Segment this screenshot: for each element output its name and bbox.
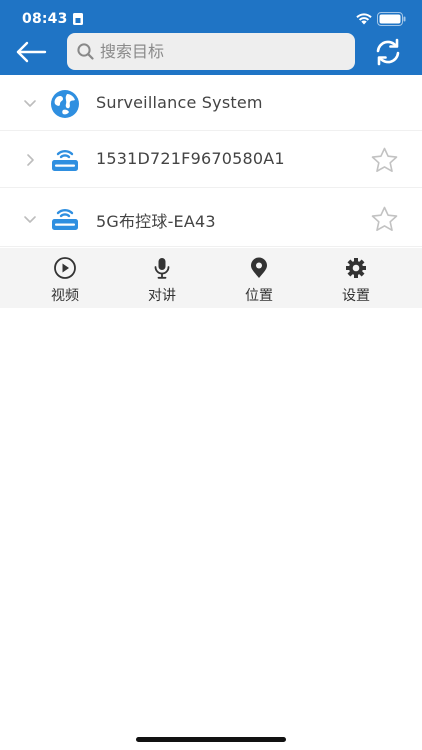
refresh-icon <box>376 38 400 66</box>
arrow-left-icon <box>16 41 47 63</box>
chevron-down-icon[interactable] <box>23 212 37 226</box>
action-label: 位置 <box>245 288 273 304</box>
gear-icon <box>346 258 366 278</box>
status-time: 08:43 <box>22 11 68 27</box>
globe-icon <box>51 90 79 118</box>
settings-button[interactable]: 设置 <box>316 248 396 308</box>
star-icon[interactable] <box>371 206 398 232</box>
location-button[interactable]: 位置 <box>219 248 299 308</box>
action-label: 视频 <box>51 288 79 304</box>
router-icon <box>52 149 78 171</box>
location-pin-icon <box>251 257 267 278</box>
play-icon <box>54 257 76 279</box>
microphone-icon <box>154 258 170 279</box>
star-icon[interactable] <box>371 147 398 173</box>
search-icon <box>77 43 94 60</box>
chevron-right-icon[interactable] <box>23 153 37 167</box>
battery-icon <box>377 12 406 26</box>
search-box[interactable] <box>67 33 355 70</box>
tree-item-label: Surveillance System <box>96 93 263 112</box>
intercom-button[interactable]: 对讲 <box>122 248 202 308</box>
device-action-bar: 视频 对讲 位置 设置 <box>0 248 422 308</box>
back-button[interactable] <box>14 37 50 67</box>
search-input[interactable] <box>100 33 345 70</box>
tree-item-device-1531d721[interactable]: 1531D721F9670580A1 <box>0 131 422 188</box>
tree-item-device-5g-ea43[interactable]: 5G布控球-EA43 <box>0 190 422 247</box>
home-indicator <box>136 737 286 742</box>
status-bar: 08:43 <box>0 0 422 30</box>
app-header: 08:43 <box>0 0 422 75</box>
action-label: 设置 <box>342 288 370 304</box>
action-label: 对讲 <box>148 288 176 304</box>
wifi-icon <box>356 13 372 25</box>
video-button[interactable]: 视频 <box>25 248 105 308</box>
sim-card-icon <box>73 13 83 25</box>
tree-item-label: 1531D721F9670580A1 <box>96 149 285 168</box>
chevron-down-icon[interactable] <box>23 96 37 110</box>
tree-item-label: 5G布控球-EA43 <box>96 212 216 231</box>
tree-item-surveillance-system[interactable]: Surveillance System <box>0 75 422 131</box>
router-icon <box>52 208 78 230</box>
refresh-button[interactable] <box>371 37 405 67</box>
